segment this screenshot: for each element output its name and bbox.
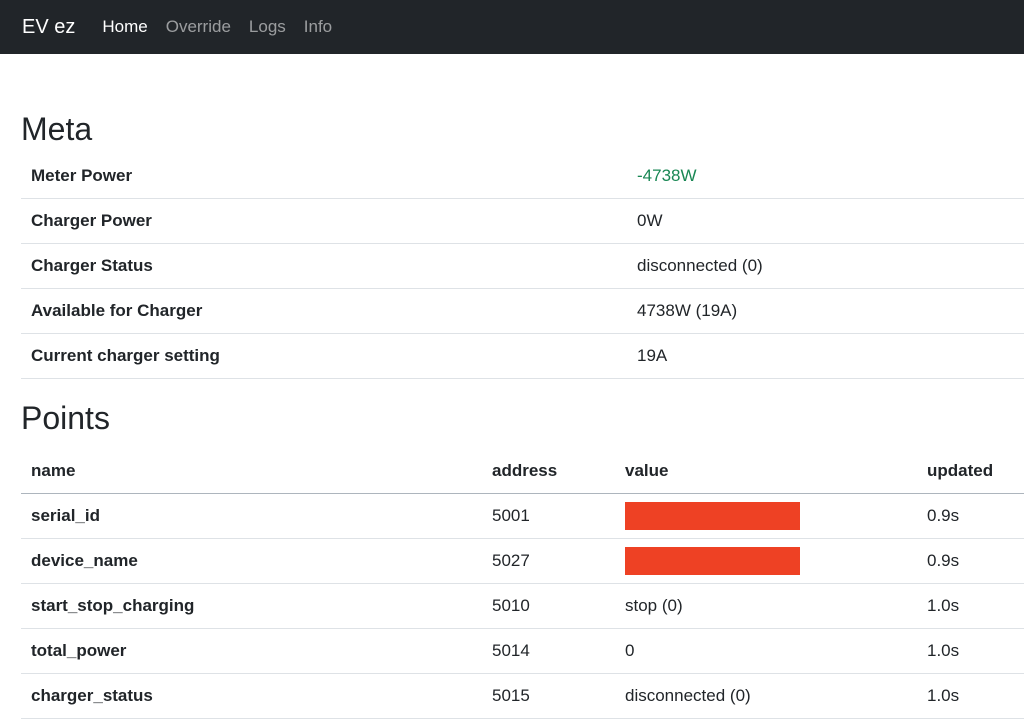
nav-link-override[interactable]: Override <box>166 17 231 37</box>
column-header-name: name <box>21 449 482 494</box>
point-updated: 0.9s <box>917 538 1024 584</box>
meta-row-current-charger-setting: Current charger setting 19A <box>21 333 1024 379</box>
main-content: Meta Meter Power -4738W Charger Power 0W… <box>0 110 1024 719</box>
table-row: charger_status 5015 disconnected (0) 1.0… <box>21 673 1024 719</box>
point-value <box>615 493 917 539</box>
brand-link[interactable]: EV ez <box>22 16 75 39</box>
meta-table: Meter Power -4738W Charger Power 0W Char… <box>21 154 1024 379</box>
point-value: disconnected (0) <box>615 673 917 719</box>
meta-label: Current charger setting <box>21 333 637 379</box>
meta-label: Meter Power <box>21 154 637 199</box>
meta-value: 19A <box>637 333 1024 379</box>
meta-value: -4738W <box>637 154 1024 199</box>
point-updated: 1.0s <box>917 673 1024 719</box>
nav-link-logs[interactable]: Logs <box>249 17 286 37</box>
meta-label: Charger Power <box>21 198 637 244</box>
meta-value: 4738W (19A) <box>637 288 1024 334</box>
meta-row-charger-status: Charger Status disconnected (0) <box>21 243 1024 289</box>
column-header-value: value <box>615 449 917 494</box>
point-value: 0 <box>615 628 917 674</box>
nav-link-info[interactable]: Info <box>304 17 332 37</box>
point-name: device_name <box>21 538 482 584</box>
meta-label: Available for Charger <box>21 288 637 334</box>
meta-value: disconnected (0) <box>637 243 1024 289</box>
nav-link-home[interactable]: Home <box>102 17 147 37</box>
point-address: 5027 <box>482 538 615 584</box>
point-value: stop (0) <box>615 583 917 629</box>
meta-row-meter-power: Meter Power -4738W <box>21 154 1024 199</box>
table-row: serial_id 5001 0.9s <box>21 493 1024 539</box>
meta-row-available-for-charger: Available for Charger 4738W (19A) <box>21 288 1024 334</box>
point-address: 5015 <box>482 673 615 719</box>
point-updated: 0.9s <box>917 493 1024 539</box>
top-navbar: EV ez Home Override Logs Info <box>0 0 1024 54</box>
point-name: charger_status <box>21 673 482 719</box>
point-value <box>615 538 917 584</box>
point-name: start_stop_charging <box>21 583 482 629</box>
redacted-value-block <box>625 502 800 530</box>
meta-row-charger-power: Charger Power 0W <box>21 198 1024 244</box>
points-heading: Points <box>21 400 110 436</box>
column-header-updated: updated <box>917 449 1024 494</box>
redacted-value-block <box>625 547 800 575</box>
point-address: 5001 <box>482 493 615 539</box>
points-table: name address value updated serial_id 500… <box>21 449 1024 719</box>
meta-value: 0W <box>637 198 1024 244</box>
point-updated: 1.0s <box>917 583 1024 629</box>
point-name: serial_id <box>21 493 482 539</box>
point-address: 5010 <box>482 583 615 629</box>
meta-heading: Meta <box>21 111 93 147</box>
point-name: total_power <box>21 628 482 674</box>
column-header-address: address <box>482 449 615 494</box>
point-updated: 1.0s <box>917 628 1024 674</box>
table-row: device_name 5027 0.9s <box>21 538 1024 584</box>
table-row: start_stop_charging 5010 stop (0) 1.0s <box>21 583 1024 629</box>
points-header-row: name address value updated <box>21 449 1024 494</box>
meta-label: Charger Status <box>21 243 637 289</box>
point-address: 5014 <box>482 628 615 674</box>
table-row: total_power 5014 0 1.0s <box>21 628 1024 674</box>
